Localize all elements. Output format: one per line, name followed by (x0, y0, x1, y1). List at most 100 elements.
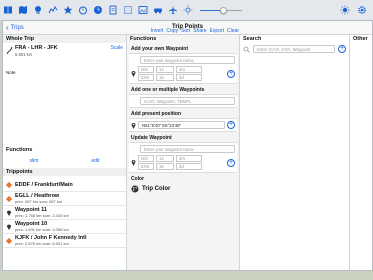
settings-icon[interactable] (357, 5, 367, 15)
airplane-icon[interactable] (168, 5, 178, 15)
route-icon[interactable] (33, 5, 43, 15)
upd-lon-deg-field[interactable]: 16 (156, 163, 174, 170)
waypoints-input[interactable]: ICAO, Waypoint, TEMPL (140, 97, 235, 105)
upd-lat-deg-field[interactable]: 12 (156, 155, 174, 162)
trippoint-item[interactable]: Waypoint 10 prec: 1.631 km sum: 4.056 km (3, 220, 126, 234)
trippoint-distance: prec: 1.631 km sum: 4.056 km (15, 227, 69, 233)
update-header: Update Waypoint (131, 135, 172, 141)
trip-distance: 5.901 km (15, 51, 33, 57)
car-icon[interactable] (153, 5, 163, 15)
trippoints-list: EDDF / Frankfurt/Main EGLL / Heathrow prec… (3, 178, 126, 248)
graph-icon[interactable] (48, 5, 58, 15)
trippoint-title: EDDF / Frankfurt/Main (15, 181, 73, 188)
airport-icon (6, 195, 12, 202)
search-add-button[interactable]: + (338, 45, 346, 53)
upd-lat-dir-field[interactable]: N/S (138, 155, 154, 162)
trippoint-item[interactable]: EGLL / Heathrow prec: 657 km sum: 657 km (3, 192, 126, 206)
add-waypoint-button[interactable]: + (227, 69, 235, 78)
map-icon[interactable] (18, 5, 28, 15)
note-label[interactable]: Note (6, 70, 16, 75)
trip-actions: Scale (110, 45, 123, 51)
slim-button[interactable]: slim (30, 158, 39, 164)
upd-lat-min-field[interactable]: 2m (176, 155, 202, 162)
brightness-slider[interactable] (200, 5, 242, 15)
invert-button[interactable]: Invert (151, 28, 164, 34)
trippoint-title: KJFK / John F Kennedy Intl (15, 234, 87, 241)
share-button[interactable]: Share (193, 28, 206, 34)
trippoint-item[interactable]: Waypoint 11 prec: 1.768 km sum: 2.425 km (3, 206, 126, 220)
update-section: Update Waypoint Enter your waypoint name… (127, 134, 239, 173)
add-own-section: Add your own Waypoint Enter your waypoin… (127, 45, 239, 84)
picture-icon[interactable] (138, 5, 148, 15)
document-icon[interactable] (108, 5, 118, 15)
clear-button[interactable]: Clear (227, 28, 239, 34)
sort-button[interactable]: Sort (181, 28, 190, 34)
trippoint-title: EGLL / Heathrow (15, 192, 60, 199)
upd-lon-dir-field[interactable]: E/W (138, 163, 154, 170)
trippoint-title: Waypoint 11 (15, 206, 47, 213)
lon-dir-field[interactable]: E/W (138, 74, 154, 81)
update-name-input[interactable]: Enter your waypoint name (140, 145, 235, 153)
add-present-header: Add present position (131, 111, 181, 117)
slider-thumb[interactable] (219, 6, 227, 14)
lat-min-field[interactable]: 4m (176, 66, 202, 73)
other-column: Other (350, 35, 373, 270)
update-waypoint-button[interactable]: + (227, 158, 235, 167)
location-pin-icon (131, 160, 136, 166)
book-icon[interactable] (3, 5, 13, 15)
trippoint-distance: prec: 1.768 km sum: 2.425 km (15, 213, 69, 219)
functions-mid-header: Functions (130, 36, 157, 42)
other-header: Other (353, 36, 368, 42)
add-multiple-card: ICAO, Waypoint, TEMPL (129, 94, 237, 108)
star-icon[interactable] (63, 5, 73, 15)
present-position-field: N51°6'40" E8°23'48" (138, 121, 225, 129)
trippoint-item[interactable]: KJFK / John F Kennedy Intl prec: 2.876 km… (3, 234, 126, 248)
color-header: Color (131, 176, 145, 182)
present-row: N51°6'40" E8°23'48" + (131, 121, 235, 129)
add-own-header: Add your own Waypoint (131, 46, 189, 52)
add-own-card: Enter your waypoint name N/S 12 4m E/W 1… (129, 53, 237, 84)
add-present-card: N51°6'40" E8°23'48" + (129, 118, 237, 132)
lat-dir-field[interactable]: N/S (138, 66, 154, 73)
toolbar (0, 0, 373, 20)
whole-trip-header: Whole Trip (3, 35, 126, 43)
palette-icon (131, 185, 139, 193)
sun-icon (183, 5, 193, 15)
coord-row: N/S 12 4m E/W 16 3d + (131, 66, 235, 81)
search-header: Search (243, 36, 262, 42)
trippoints-header: Trippoints (3, 168, 126, 176)
trip-name: FRA - LHR - JFK (15, 45, 58, 51)
trippoint-item[interactable]: EDDF / Frankfurt/Main (3, 178, 126, 192)
add-present-button[interactable]: + (227, 121, 235, 129)
edit-button[interactable]: edit (91, 158, 99, 164)
trip-row[interactable]: FRA - LHR - JFK 5.901 km Scale (3, 43, 126, 59)
waypoint-name-input[interactable]: Enter your waypoint name (140, 56, 235, 64)
route-line-icon (6, 46, 13, 55)
search-icon (243, 46, 250, 53)
waypoint-icon (6, 224, 12, 230)
brightness-icon[interactable] (340, 5, 350, 15)
timer-icon[interactable] (78, 5, 88, 15)
copy-button[interactable]: Copy (166, 28, 178, 34)
add-present-section: Add present position N51°6'40" E8°23'48"… (127, 110, 239, 132)
upd-lon-min-field[interactable]: 3d (176, 163, 202, 170)
lat-deg-field[interactable]: 12 (156, 66, 174, 73)
trip-actions-more: Invert Copy Sort Share Export Clear (127, 28, 240, 34)
functions-left-header: Functions (6, 147, 33, 153)
clock-icon[interactable] (93, 5, 103, 15)
lon-deg-field[interactable]: 16 (156, 74, 174, 81)
search-column: Search Enter ICAO, IATA, Waypoint + (240, 35, 350, 270)
update-coord-row: N/S 12 2m E/W 16 3d + (131, 155, 235, 170)
export-button[interactable]: Export (210, 28, 224, 34)
trippoint-distance: prec: 2.876 km sum: 6.931 km (15, 241, 69, 247)
scale-button[interactable]: Scale (110, 45, 123, 51)
add-multiple-section: Add one or multiple Waypoints ICAO, Wayp… (127, 86, 239, 108)
trip-points-dialog: ‹ Trips Trip Points Whole Trip FRA - LHR… (2, 20, 373, 271)
waypoint-icon (6, 210, 12, 216)
trip-color-label: Trip Color (142, 186, 171, 192)
grid-icon[interactable] (123, 5, 133, 15)
search-row: Enter ICAO, IATA, Waypoint + (240, 43, 349, 55)
search-input[interactable]: Enter ICAO, IATA, Waypoint (253, 45, 335, 53)
trip-color-row[interactable]: Trip Color (129, 183, 237, 195)
lon-min-field[interactable]: 3d (176, 74, 202, 81)
